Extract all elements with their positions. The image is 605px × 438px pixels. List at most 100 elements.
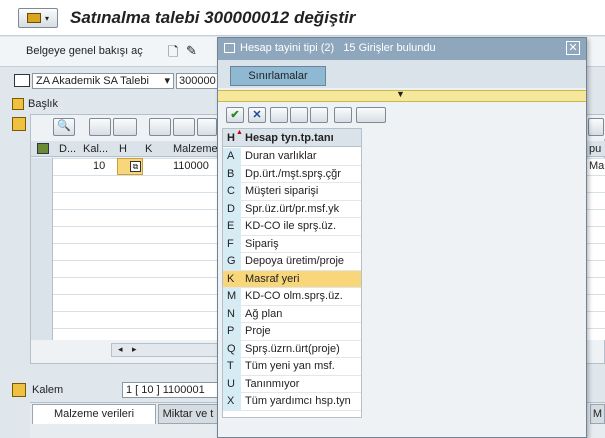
find-button[interactable]	[197, 118, 217, 136]
list-item-code: M	[223, 288, 241, 305]
filter-button[interactable]	[173, 118, 195, 136]
tab-material-data[interactable]: Malzeme verileri	[32, 404, 156, 424]
value-help-popup: Hesap tayini tipi (2) 15 Girişler bulund…	[217, 37, 587, 438]
list-item-desc: KD-CO olm.sprş.üz.	[245, 290, 343, 302]
list-item-code: Q	[223, 340, 241, 358]
tab-restrictions[interactable]: Sınırlamalar	[230, 66, 326, 86]
col-h[interactable]: H	[119, 143, 127, 155]
details-button[interactable]: 🔍	[53, 118, 75, 136]
header-label: Başlık	[28, 98, 58, 110]
list-item[interactable]: P Proje	[223, 323, 361, 341]
item-toggle-icon[interactable]	[12, 383, 26, 397]
chevron-down-icon: ▾	[164, 75, 170, 87]
list-item[interactable]: E KD-CO ile sprş.üz.	[223, 218, 361, 236]
list-item-code: X	[223, 393, 241, 410]
items-toggle-icon[interactable]	[12, 117, 26, 131]
list-item-code: C	[223, 183, 241, 200]
list-item-desc: Duran varlıklar	[245, 150, 317, 162]
print-button[interactable]	[149, 118, 171, 136]
horizontal-scrollbar[interactable]: ◂ ▸	[111, 343, 221, 357]
popup-title-bar: Hesap tayini tipi (2) 15 Girişler bulund…	[218, 38, 586, 60]
row-kal-value: 10	[93, 160, 106, 172]
settings-button[interactable]	[588, 118, 604, 136]
find-next-button[interactable]	[290, 107, 308, 123]
doc-type-value: ZA Akademik SA Talebi	[36, 75, 149, 87]
list-item-code: E	[223, 218, 241, 235]
list-rows: A Duran varlıklar B Dp.ürt./mşt.sprş.çğr C Mü…	[223, 148, 361, 411]
delete-button[interactable]	[113, 118, 137, 136]
list-item-code: A	[223, 148, 241, 165]
col-desc-header[interactable]: Hesap tyn.tp.tanı	[245, 132, 334, 144]
list-item[interactable]: M KD-CO olm.sprş.üz.	[223, 288, 361, 306]
doc-number-field[interactable]: 300000	[176, 73, 220, 89]
tab-more[interactable]: M	[590, 404, 605, 424]
list-item-code: K	[227, 272, 235, 285]
collapse-arrow-icon[interactable]: ▼	[396, 89, 405, 99]
col-kal[interactable]: Kal...	[83, 143, 108, 155]
list-item-desc: KD-CO ile sprş.üz.	[245, 220, 337, 232]
popup-toolbar: ✔ ✕	[218, 104, 586, 126]
list-item[interactable]: D Spr.üz.ürt/pr.msf.yk	[223, 200, 361, 218]
item-select[interactable]: 1 [ 10 ] 1100001	[122, 382, 222, 398]
scroll-right-icon[interactable]: ▸	[132, 344, 137, 355]
cancel-button[interactable]: ✕	[248, 107, 266, 123]
list-item[interactable]: U Tanınmıyor	[223, 375, 361, 393]
list-item-code: G	[223, 253, 241, 270]
result-list: H ▲ Hesap tyn.tp.tanı A Duran varlıklar B D…	[222, 128, 362, 418]
page-title: Satınalma talebi 300000012 değiştir	[70, 8, 356, 27]
row-malzeme-value[interactable]: 110000	[173, 160, 209, 172]
doc-type-select[interactable]: ZA Akademik SA Talebi ▾	[32, 73, 174, 89]
list-item[interactable]: Q Sprş.üzrn.ürt(proje)	[223, 340, 361, 358]
list-item[interactable]: T Tüm yeni yan msf.	[223, 358, 361, 376]
title-bar: ▾ Satınalma talebi 300000012 değiştir	[0, 0, 605, 36]
header-section[interactable]: Başlık	[12, 96, 58, 112]
dropdown-arrow-icon: ▾	[44, 13, 49, 23]
list-item-desc: Tüm yardımcı hsp.tyn	[245, 395, 351, 407]
list-item-desc: Sipariş	[245, 237, 279, 250]
list-item[interactable]: X Tüm yardımcı hsp.tyn	[223, 393, 361, 411]
row-selector-column	[31, 158, 53, 340]
list-item[interactable]: B Dp.ürt./mşt.sprş.çğr	[223, 165, 361, 183]
overview-button[interactable]: Belgeye genel bakışı aç	[26, 45, 143, 57]
help-button[interactable]	[334, 107, 352, 123]
sort-asc-icon: ▲	[236, 129, 243, 136]
list-item-desc: Proje	[245, 325, 271, 337]
list-item[interactable]: G Depoya üretim/proje	[223, 253, 361, 271]
list-item-code: P	[223, 323, 241, 340]
scroll-left-icon[interactable]: ◂	[118, 344, 123, 355]
col-d[interactable]: D...	[59, 143, 76, 155]
confirm-button[interactable]: ✔	[226, 107, 244, 123]
sort-button[interactable]	[310, 107, 328, 123]
new-document-icon[interactable]: 🗋	[168, 43, 178, 65]
col-malzeme[interactable]: Malzeme	[173, 143, 218, 155]
list-item-desc: Müşteri siparişi	[245, 185, 319, 197]
restrictions-collapse-bar[interactable]: ▼	[218, 89, 586, 102]
list-item-desc: Tanınmıyor	[245, 377, 300, 390]
col-code-header[interactable]: H	[227, 132, 235, 144]
list-item-desc: Sprş.üzrn.ürt(proje)	[245, 342, 340, 355]
list-item-desc: Depoya üretim/proje	[245, 255, 345, 267]
close-icon[interactable]: ✕	[566, 41, 580, 55]
select-all-icon[interactable]	[37, 143, 49, 154]
menu-button[interactable]: ▾	[18, 8, 58, 28]
list-item[interactable]: N Ağ plan	[223, 305, 361, 323]
list-item[interactable]: C Müşteri siparişi	[223, 183, 361, 201]
list-item[interactable]: K Masraf yeri	[223, 270, 361, 288]
col-right[interactable]: pu	[589, 143, 601, 155]
list-item[interactable]: F Sipariş	[223, 235, 361, 253]
tab-quantity[interactable]: Miktar ve t	[158, 404, 218, 424]
find-button[interactable]	[270, 107, 288, 123]
menu-icon	[26, 13, 41, 23]
row-h-cell[interactable]: ⧉	[117, 158, 143, 175]
popup-window-icon	[224, 43, 235, 53]
header-toggle-icon[interactable]	[12, 98, 24, 110]
value-help-icon[interactable]: ⧉	[130, 161, 141, 172]
list-item-desc: Ağ plan	[245, 307, 283, 320]
item-label: Kalem	[32, 384, 64, 396]
list-item[interactable]: A Duran varlıklar	[223, 148, 361, 166]
print-menu-button[interactable]	[356, 107, 386, 123]
col-k[interactable]: K	[145, 143, 152, 155]
copy-button[interactable]	[89, 118, 111, 136]
row-right-value: Malz	[589, 160, 605, 172]
edit-icon[interactable]: ✎	[186, 43, 197, 59]
